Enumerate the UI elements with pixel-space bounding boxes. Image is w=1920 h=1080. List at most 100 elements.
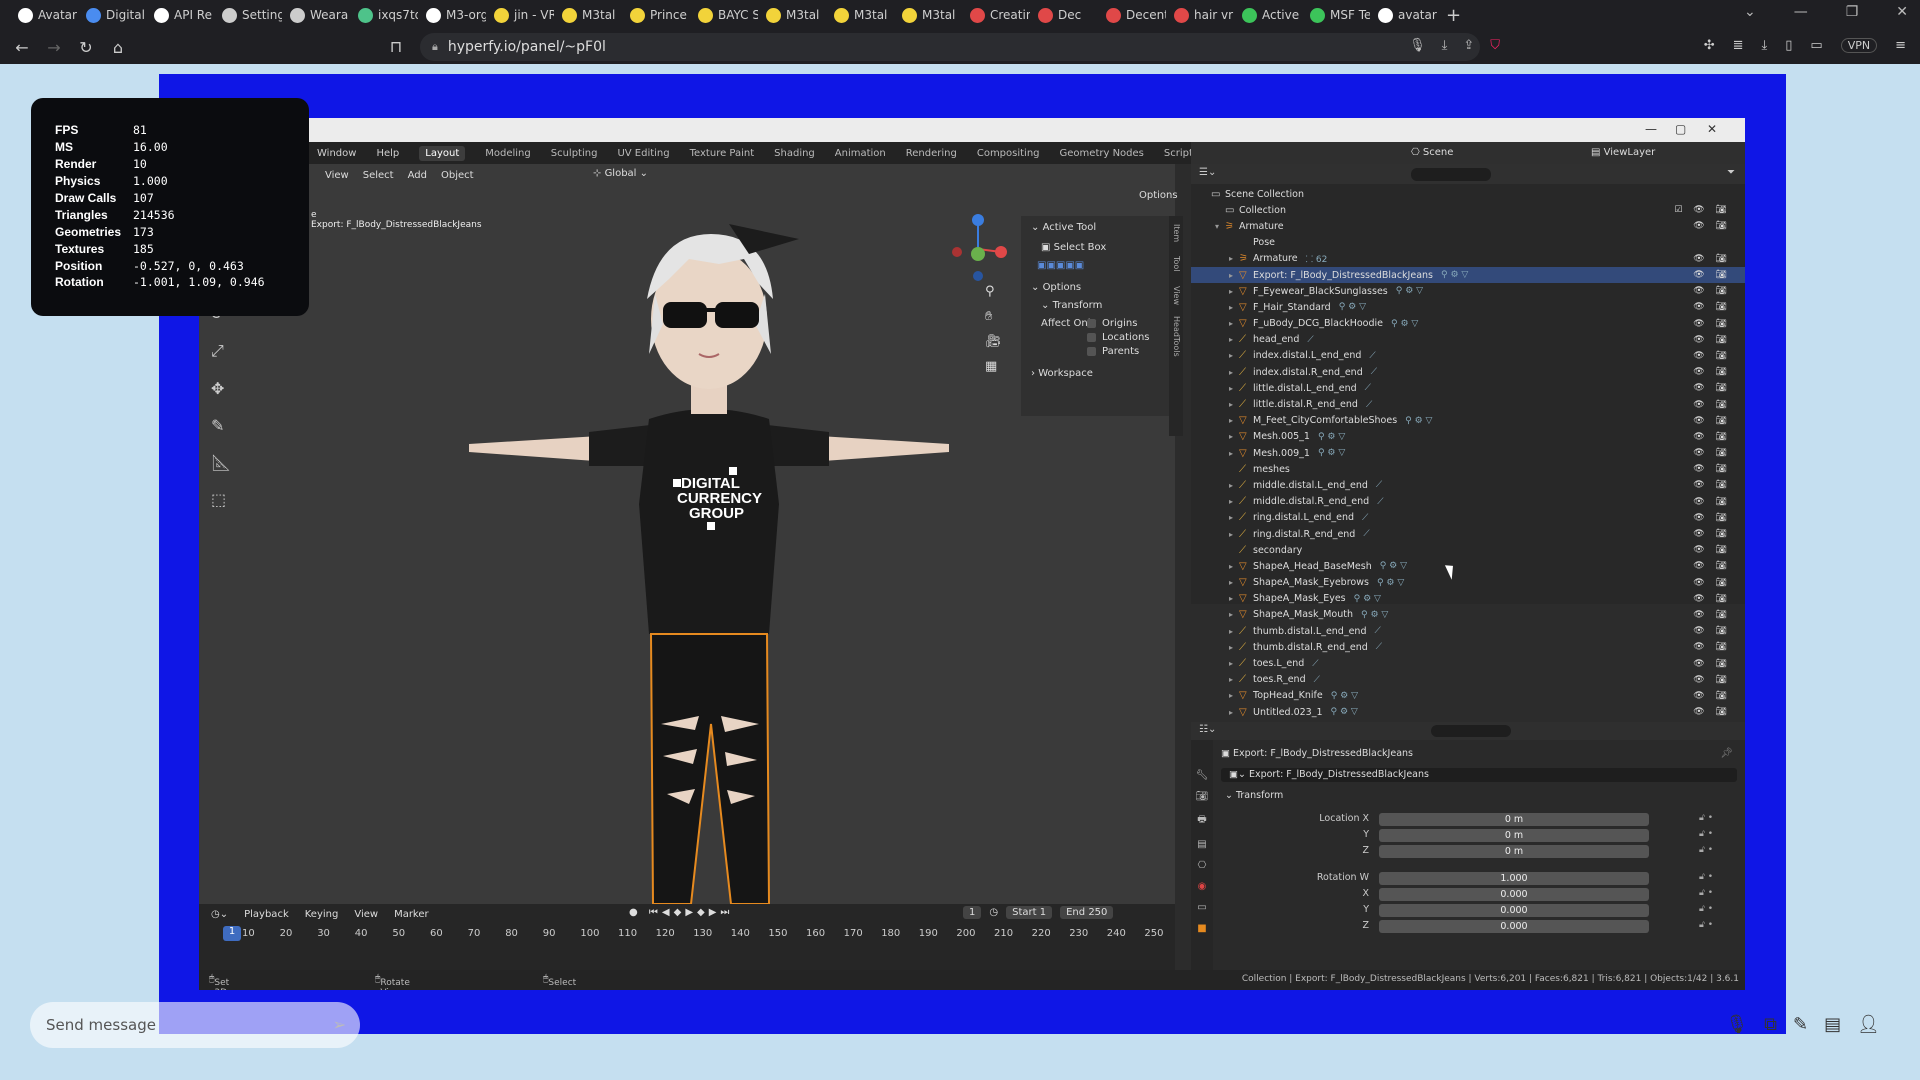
end-frame-field[interactable]: End 250 xyxy=(1060,906,1114,919)
transform-field-value[interactable]: 0 m xyxy=(1379,829,1649,843)
browser-tab[interactable]: MSF Te xyxy=(1302,2,1370,28)
visibility-toggle-icon[interactable]: 👁︎ 📷︎ xyxy=(1693,480,1731,490)
visibility-toggle-icon[interactable]: 👁︎ 📷︎ xyxy=(1693,335,1731,345)
world-tab-icon[interactable]: ◉ xyxy=(1198,881,1207,892)
browser-tab[interactable]: Setting xyxy=(214,2,282,28)
pin-icon[interactable]: 📌︎ xyxy=(1720,748,1733,759)
tab-view[interactable]: View xyxy=(1172,286,1181,305)
visibility-toggle-icon[interactable]: 👁︎ 📷︎ xyxy=(1693,432,1731,442)
browser-tab[interactable]: M3tal xyxy=(758,2,826,28)
inventory-icon[interactable]: ▤ xyxy=(1824,1014,1841,1035)
transform-field-value[interactable]: 1.000 xyxy=(1379,871,1649,885)
transform-subsection[interactable]: ⌄ Transform xyxy=(1041,300,1102,311)
current-frame-field[interactable]: 1 xyxy=(963,906,982,919)
properties-search[interactable] xyxy=(1431,725,1511,737)
workspace-tab[interactable]: Modeling xyxy=(485,148,531,159)
outliner-item[interactable]: ▸ ▽ Mesh.005_1 ⚲ ⚙ ▽ 👁︎ 📷︎ xyxy=(1191,429,1745,445)
lock-keyframe-icon[interactable]: 🔓︎ • xyxy=(1699,888,1713,898)
add-cube-tool-icon[interactable]: ⬚ xyxy=(211,490,231,509)
scene-selector[interactable]: ⎔ Scene xyxy=(1411,147,1453,158)
tab-headtools[interactable]: HeadTools xyxy=(1172,316,1181,357)
viewport-menu-view[interactable]: View xyxy=(325,170,349,181)
downloads-icon[interactable]: ⤓ xyxy=(1762,38,1768,53)
outliner-item[interactable]: Pose xyxy=(1191,235,1745,251)
expand-arrow-icon[interactable]: ▸ xyxy=(1229,594,1239,603)
install-icon[interactable]: ⤓ xyxy=(1442,38,1448,53)
expand-arrow-icon[interactable]: ▸ xyxy=(1229,643,1239,652)
expand-arrow-icon[interactable]: ▸ xyxy=(1229,351,1239,360)
visibility-toggle-icon[interactable]: 👁︎ 📷︎ xyxy=(1693,594,1731,604)
outliner-item[interactable]: ▸ ⟋ index.distal.R_end_end ⟋ 👁︎ 📷︎ xyxy=(1191,364,1745,380)
lock-keyframe-icon[interactable]: 🔓︎ • xyxy=(1699,872,1713,882)
bl-maximize-icon[interactable]: ▢ xyxy=(1675,122,1686,136)
browser-tab[interactable]: Prince xyxy=(622,2,690,28)
locations-checkbox[interactable]: Locations xyxy=(1087,332,1150,343)
reload-icon[interactable]: ↻ xyxy=(70,38,102,57)
properties-editor-type-icon[interactable]: ☷⌄ xyxy=(1199,724,1216,735)
expand-arrow-icon[interactable]: ▸ xyxy=(1229,368,1239,377)
expand-arrow-icon[interactable]: ▸ xyxy=(1229,303,1239,312)
forward-icon[interactable]: → xyxy=(38,38,70,57)
lock-keyframe-icon[interactable]: 🔓︎ • xyxy=(1699,920,1713,930)
lock-keyframe-icon[interactable]: 🔓︎ • xyxy=(1699,904,1713,914)
outliner-item[interactable]: ▸ ▽ M_Feet_CityComfortableShoes ⚲ ⚙ ▽ 👁︎ 📷︎ xyxy=(1191,413,1745,429)
3d-viewport[interactable]: View Select Add Object ⊹ Global ⌄ Options e… xyxy=(199,164,1183,904)
edit-icon[interactable]: ✎ xyxy=(1793,1014,1808,1035)
lock-keyframe-icon[interactable]: 🔓︎ • xyxy=(1699,845,1713,855)
grid-icon[interactable]: ▦ xyxy=(985,359,1002,374)
maximize-icon[interactable]: ❐ xyxy=(1846,4,1859,20)
browser-tab[interactable]: avatar xyxy=(1370,2,1438,28)
expand-arrow-icon[interactable]: ▸ xyxy=(1229,416,1239,425)
outliner-item[interactable]: ▸ ⟋ ring.distal.L_end_end ⟋ 👁︎ 📷︎ xyxy=(1191,510,1745,526)
expand-arrow-icon[interactable]: ▸ xyxy=(1229,254,1239,263)
outliner-item[interactable]: ▸ ⟋ ring.distal.R_end_end ⟋ 👁︎ 📷︎ xyxy=(1191,526,1745,542)
extensions-icon[interactable]: ✣ xyxy=(1704,38,1715,53)
brave-shield-icon[interactable]: ⛉ xyxy=(1490,38,1500,53)
timeline-menu-playback[interactable]: Playback xyxy=(244,909,289,920)
expand-arrow-icon[interactable]: ▾ xyxy=(1215,222,1225,231)
outliner-item[interactable]: ▸ ▽ F_Eyewear_BlackSunglasses ⚲ ⚙ ▽ 👁︎ 📷︎ xyxy=(1191,283,1745,299)
mic-muted-icon[interactable]: 🎙︎ xyxy=(1725,1014,1748,1035)
expand-arrow-icon[interactable]: ▸ xyxy=(1229,400,1239,409)
visibility-toggle-icon[interactable]: 👁︎ 📷︎ xyxy=(1693,497,1731,507)
visibility-toggle-icon[interactable]: 👁︎ 📷︎ xyxy=(1693,400,1731,410)
outliner-item[interactable]: ▸ ▽ ShapeA_Mask_Mouth ⚲ ⚙ ▽ 👁︎ 📷︎ xyxy=(1191,607,1745,623)
expand-arrow-icon[interactable]: ▸ xyxy=(1229,384,1239,393)
expand-arrow-icon[interactable]: ▸ xyxy=(1229,271,1239,280)
profile-icon[interactable]: 👤︎ xyxy=(1857,1014,1880,1035)
outliner-item[interactable]: ▸ ⟋ middle.distal.R_end_end ⟋ 👁︎ 📷︎ xyxy=(1191,494,1745,510)
viewport-menu-add[interactable]: Add xyxy=(408,170,427,181)
outliner-item[interactable]: ⟋ meshes 👁︎ 📷︎ xyxy=(1191,461,1745,477)
workspace-section[interactable]: › Workspace xyxy=(1031,368,1093,379)
outliner-item[interactable]: ▸ ⚞ Armature ⸬ 62 👁︎ 📷︎ xyxy=(1191,251,1745,267)
outliner-item[interactable]: ▸ ▽ Export: F_lBody_DistressedBlackJeans ⚲ … xyxy=(1191,266,1745,284)
clock-icon[interactable]: ◷⌄ xyxy=(211,909,228,920)
outliner-item[interactable]: ▸ ⟋ thumb.distal.L_end_end ⟋ 👁︎ 📷︎ xyxy=(1191,623,1745,639)
render-tab-icon[interactable]: 📷︎ xyxy=(1196,791,1209,802)
expand-arrow-icon[interactable]: ▸ xyxy=(1229,432,1239,441)
browser-tab[interactable]: Digital xyxy=(78,2,146,28)
outliner-item[interactable]: ▸ ⟋ index.distal.L_end_end ⟋ 👁︎ 📷︎ xyxy=(1191,348,1745,364)
outliner-item[interactable]: ⟋ secondary 👁︎ 📷︎ xyxy=(1191,542,1745,558)
vpn-button[interactable]: VPN xyxy=(1840,38,1878,53)
outliner-item[interactable]: ▸ ▽ F_Hair_Standard ⚲ ⚙ ▽ 👁︎ 📷︎ xyxy=(1191,299,1745,315)
transform-field-value[interactable]: 0.000 xyxy=(1379,904,1649,917)
browser-tab[interactable]: M3-org xyxy=(418,2,486,28)
transform-tool-icon[interactable]: ✥ xyxy=(211,379,231,398)
outliner-item[interactable]: ▭ Collection ☑ 👁︎ 📷︎ xyxy=(1191,202,1745,218)
browser-tab[interactable]: ixqs7tq xyxy=(350,2,418,28)
outliner-item[interactable]: ▸ ⟋ thumb.distal.R_end_end ⟋ 👁︎ 📷︎ xyxy=(1191,639,1745,655)
timeline-ruler[interactable]: 10 20 30 40 50 60 70 80 90 100 110 120 130 140 150 160 1… xyxy=(199,926,1175,944)
browser-tab[interactable]: Creatin xyxy=(962,2,1030,28)
browser-tab[interactable]: BAYC S xyxy=(690,2,758,28)
outliner-item[interactable]: ▸ ▽ ShapeA_Head_BaseMesh ⚲ ⚙ ▽ 👁︎ 📷︎ xyxy=(1191,558,1745,574)
options-button[interactable]: Options xyxy=(1139,190,1178,201)
play-icon[interactable]: ▶ xyxy=(685,907,697,918)
expand-arrow-icon[interactable]: ▸ xyxy=(1229,675,1239,684)
annotate-tool-icon[interactable]: ✎ xyxy=(211,416,231,435)
options-section[interactable]: ⌄ Options xyxy=(1031,282,1081,293)
visibility-toggle-icon[interactable]: 👁︎ 📷︎ xyxy=(1693,367,1731,377)
playlist-icon[interactable]: ≣ xyxy=(1733,38,1744,53)
outliner-item[interactable]: ▸ ▽ Untitled.023_1 ⚲ ⚙ ▽ 👁︎ 📷︎ xyxy=(1191,704,1745,720)
browser-tab[interactable]: Decent xyxy=(1098,2,1166,28)
